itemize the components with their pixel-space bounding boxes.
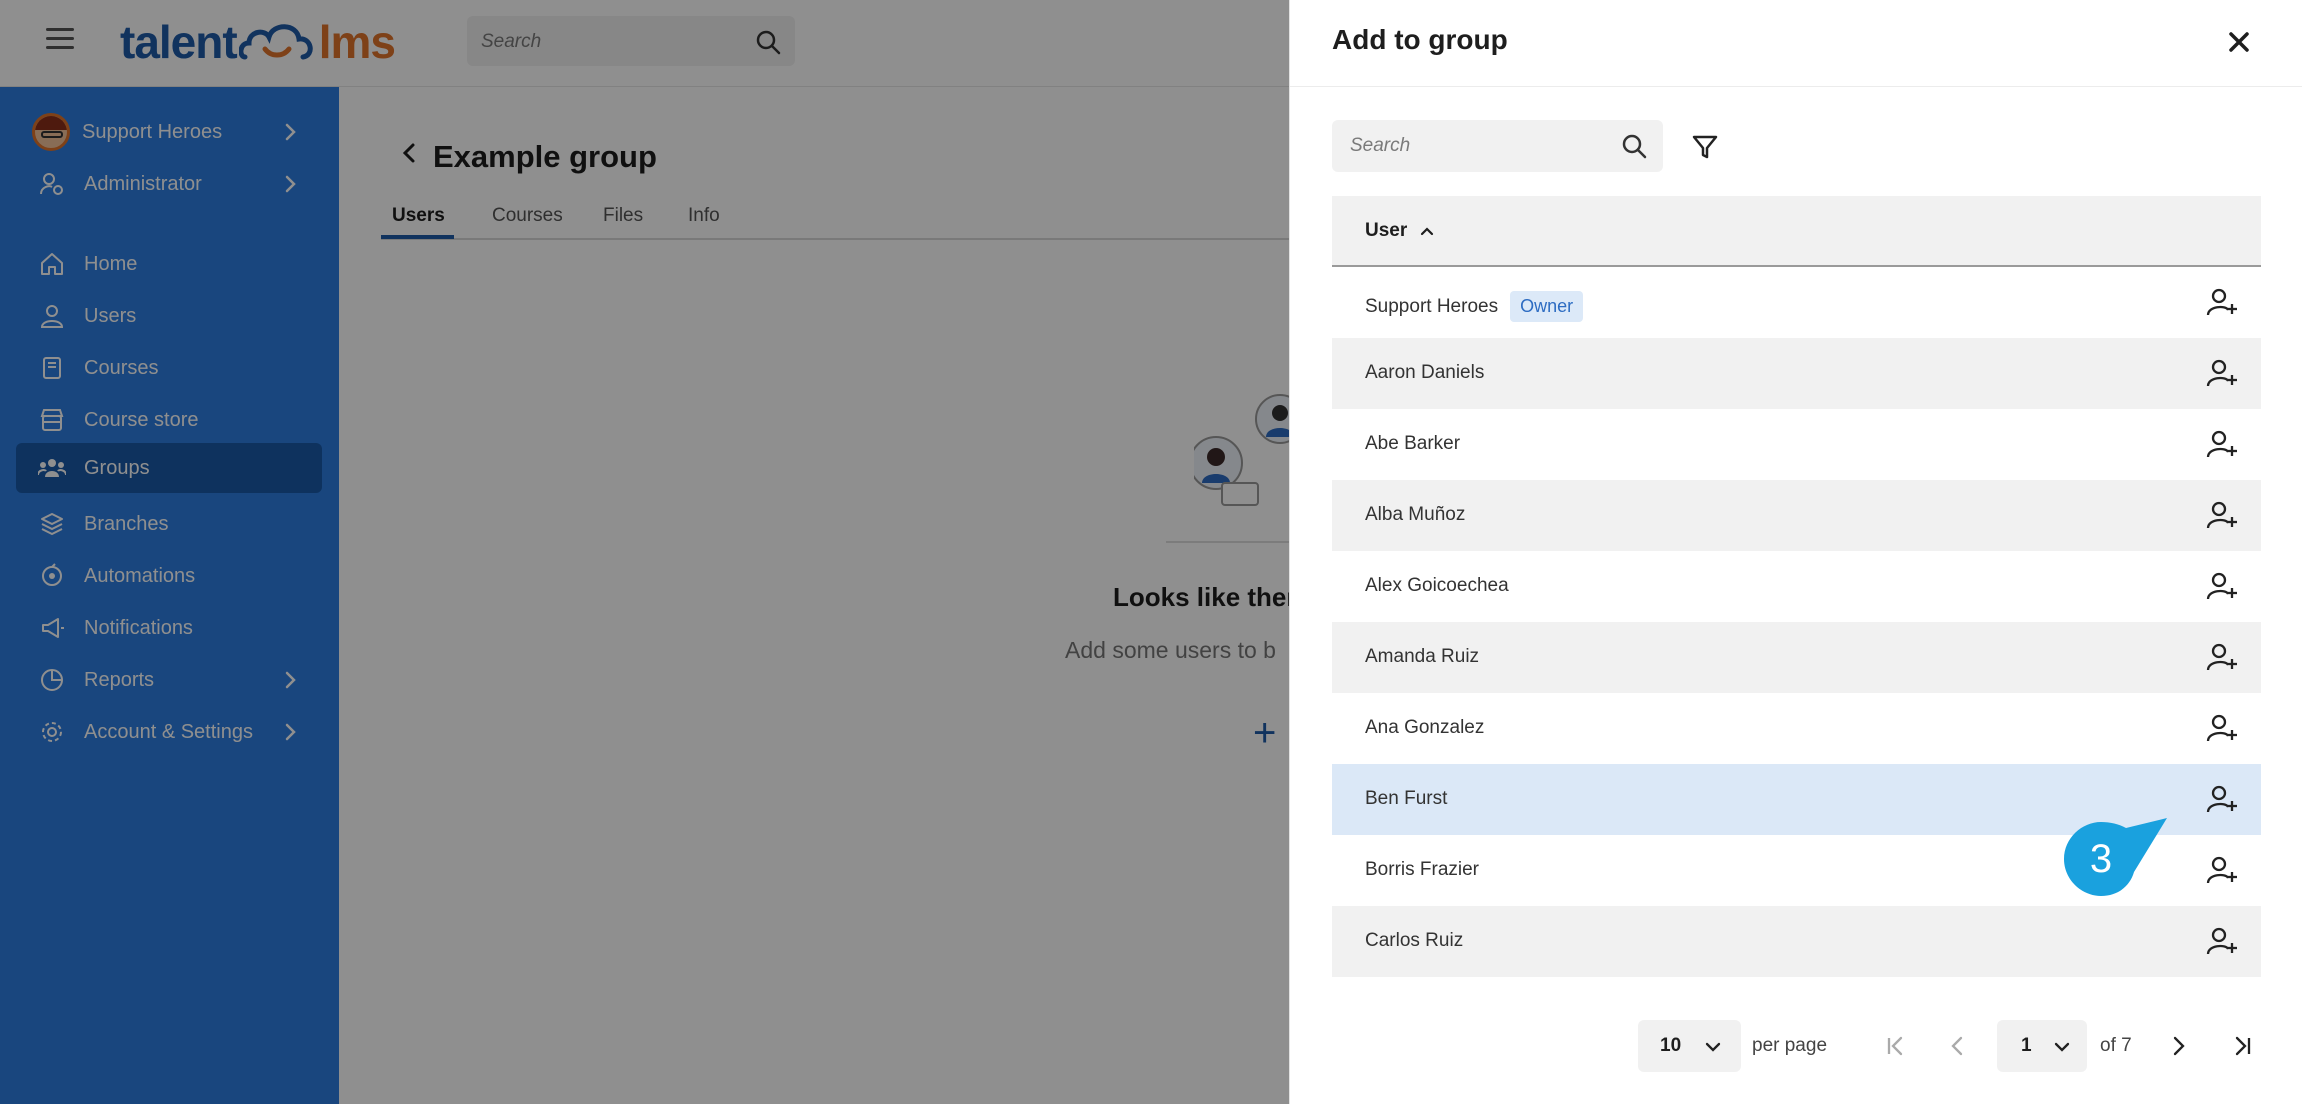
add-user-icon[interactable] (2206, 855, 2238, 887)
user-name: Support Heroes (1365, 295, 1499, 317)
search-icon[interactable] (1621, 133, 1647, 159)
per-page-select[interactable]: 10 (1638, 1020, 1741, 1072)
table-row[interactable]: Abe Barker (1332, 409, 2261, 480)
add-to-group-drawer: Add to group Search User Support Heroes O… (1289, 0, 2302, 1104)
close-button[interactable] (2219, 22, 2259, 62)
user-name: Aaron Daniels (1365, 362, 1485, 383)
table-row[interactable]: Support Heroes Owner (1332, 267, 2261, 338)
drawer-header-divider (1290, 86, 2302, 87)
table-header: User (1332, 196, 2261, 267)
user-name: Alba Muñoz (1365, 504, 1466, 525)
column-header-label: User (1365, 220, 1408, 241)
add-user-icon[interactable] (2206, 358, 2238, 390)
column-header-user[interactable]: User (1365, 220, 1435, 242)
next-page-icon[interactable] (2166, 1034, 2190, 1058)
per-page-label: per page (1752, 1035, 1828, 1056)
add-user-icon[interactable] (2206, 429, 2238, 461)
step-number: 3 (2089, 836, 2113, 881)
close-icon (2229, 32, 2249, 52)
table-row[interactable]: Aaron Daniels (1332, 338, 2261, 409)
drawer-search-placeholder: Search (1350, 135, 1411, 156)
pagination: 10 per page 1 of 7 (1290, 1020, 2302, 1074)
user-name: Abe Barker (1365, 433, 1461, 454)
table-row[interactable]: Alba Muñoz (1332, 480, 2261, 551)
user-name: Amanda Ruiz (1365, 646, 1480, 667)
add-user-icon[interactable] (2206, 784, 2238, 816)
first-page-icon[interactable] (1884, 1034, 1908, 1058)
page-select[interactable]: 1 (1997, 1020, 2087, 1072)
add-user-icon[interactable] (2206, 713, 2238, 745)
table-row[interactable]: Amanda Ruiz (1332, 622, 2261, 693)
user-name: Carlos Ruiz (1365, 930, 1464, 951)
table-row[interactable]: Alex Goicoechea (1332, 551, 2261, 622)
table-row[interactable]: Ana Gonzalez (1332, 693, 2261, 764)
chevron-up-icon (1421, 227, 1434, 236)
add-user-icon[interactable] (2206, 500, 2238, 532)
add-user-icon[interactable] (2206, 926, 2238, 958)
user-name: Ben Furst (1365, 788, 1448, 809)
drawer-title: Add to group (1332, 24, 1508, 55)
add-user-icon[interactable] (2206, 642, 2238, 674)
user-name: Alex Goicoechea (1365, 575, 1509, 596)
user-name: Ana Gonzalez (1365, 717, 1485, 738)
chevron-down-icon (1705, 1042, 1721, 1052)
filter-icon[interactable] (1690, 132, 1720, 162)
add-user-icon[interactable] (2206, 287, 2238, 319)
owner-badge: Owner (1510, 291, 1584, 322)
drawer-search-input[interactable]: Search (1332, 120, 1663, 172)
table-row[interactable]: Carlos Ruiz (1332, 906, 2261, 977)
chevron-down-icon (2054, 1042, 2070, 1052)
previous-page-icon[interactable] (1946, 1034, 1970, 1058)
add-user-icon[interactable] (2206, 571, 2238, 603)
user-name: Borris Frazier (1365, 859, 1480, 880)
total-pages: of 7 (2100, 1035, 2132, 1056)
per-page-value: 10 (1660, 1035, 1682, 1056)
current-page: 1 (2021, 1035, 2032, 1056)
last-page-icon[interactable] (2230, 1034, 2254, 1058)
